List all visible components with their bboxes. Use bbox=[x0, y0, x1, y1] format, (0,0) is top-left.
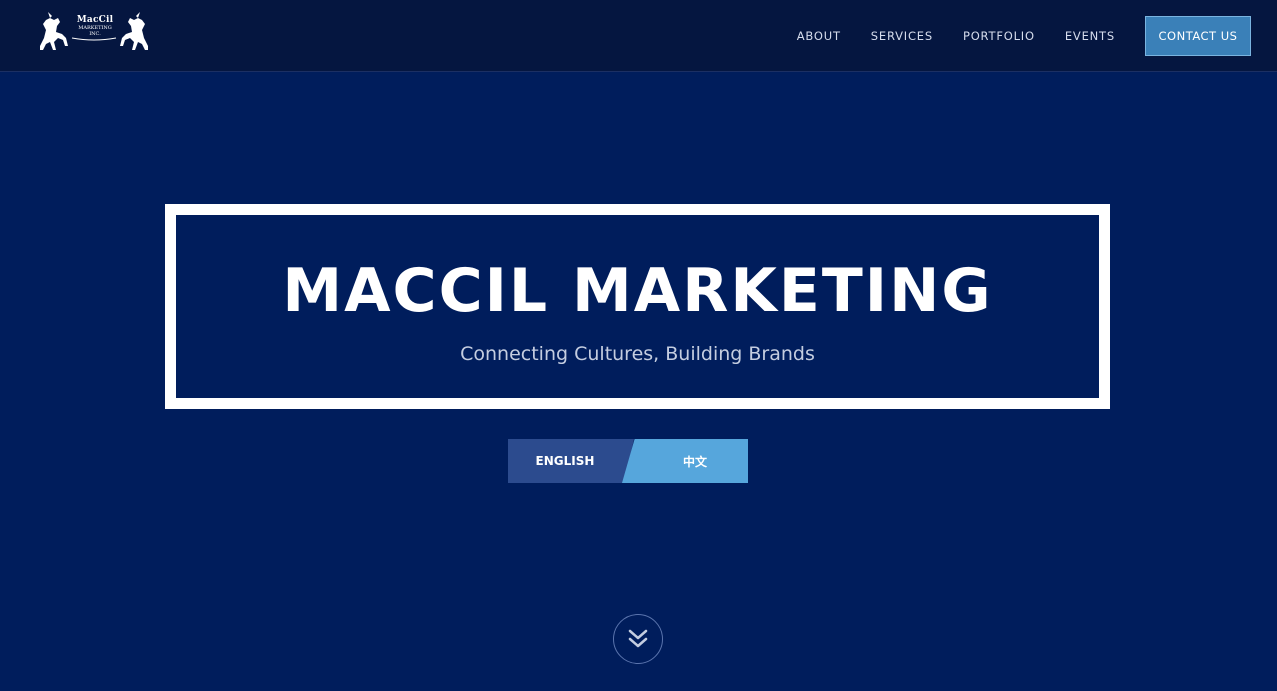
hero-tagline: Connecting Cultures, Building Brands bbox=[460, 343, 815, 365]
contact-us-button[interactable]: CONTACT US bbox=[1145, 16, 1251, 56]
logo-text: MacCil MARKETING INC. bbox=[70, 16, 120, 37]
nav-link-services[interactable]: SERVICES bbox=[871, 29, 933, 43]
language-switcher: ENGLISH 中文 bbox=[508, 439, 748, 483]
scroll-down-button[interactable] bbox=[613, 614, 663, 664]
nav-link-events[interactable]: EVENTS bbox=[1065, 29, 1115, 43]
hero-frame: MACCIL MARKETING Connecting Cultures, Bu… bbox=[165, 204, 1110, 409]
navbar: MacCil MARKETING INC. ABOUT SERVICES POR… bbox=[0, 0, 1277, 72]
logo-name: MacCil bbox=[76, 15, 114, 25]
logo[interactable]: MacCil MARKETING INC. bbox=[36, 8, 152, 56]
english-language-button[interactable]: ENGLISH bbox=[508, 439, 634, 483]
double-chevron-down-icon bbox=[628, 629, 648, 648]
hero-title: MACCIL MARKETING bbox=[282, 256, 993, 326]
chinese-language-button[interactable]: 中文 bbox=[622, 439, 748, 483]
nav-link-about[interactable]: ABOUT bbox=[797, 29, 841, 43]
logo-inc: INC. bbox=[89, 31, 101, 37]
nav-link-portfolio[interactable]: PORTFOLIO bbox=[963, 29, 1035, 43]
nav-links: ABOUT SERVICES PORTFOLIO EVENTS CONTACT … bbox=[797, 0, 1277, 72]
